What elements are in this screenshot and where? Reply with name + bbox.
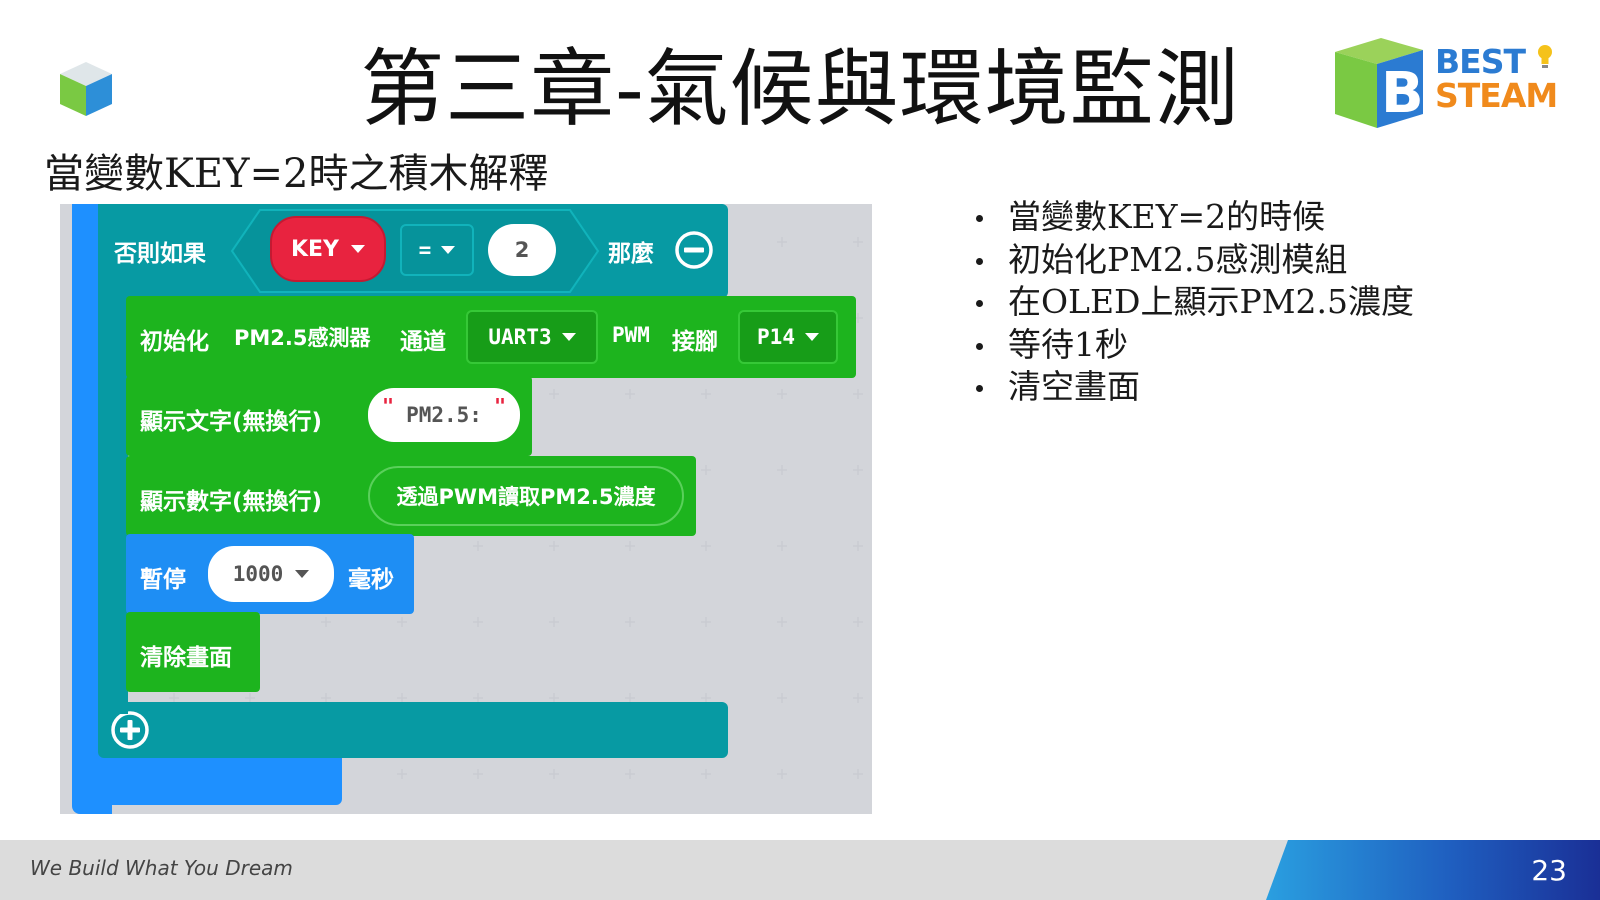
compare-value: 2 [514, 238, 530, 262]
block-editor-canvas[interactable]: 否則如果 KEY = 2 那麼 初始化 PM2.5感測器 通道 UART3 PW… [60, 204, 872, 814]
explanation-bullet-list: 當變數KEY=2的時候 初始化PM2.5感測模組 在OLED上顯示PM2.5濃度… [974, 196, 1414, 409]
pin-label: 接腳 [672, 329, 718, 355]
bullet-item: 初始化PM2.5感測模組 [974, 239, 1414, 282]
bullet-item: 清空畫面 [974, 366, 1414, 409]
pin-dropdown[interactable]: P14 [738, 310, 838, 364]
elseif-block[interactable]: 否則如果 KEY = 2 那麼 [98, 204, 728, 298]
show-text-label: 顯示文字(無換行) [140, 409, 323, 435]
init-label: 初始化 [140, 329, 209, 355]
pwm-label: PWM [612, 323, 650, 347]
init-pm25-block[interactable]: 初始化 PM2.5感測器 通道 UART3 PWM 接腳 P14 [126, 296, 856, 378]
operator-label: = [418, 238, 432, 262]
chevron-down-icon [295, 570, 310, 578]
key-variable-dropdown[interactable]: KEY [270, 216, 386, 282]
pm25-reading-reporter[interactable]: 透過PWM讀取PM2.5濃度 [368, 466, 684, 526]
chevron-down-icon [561, 333, 576, 341]
show-number-label: 顯示數字(無換行) [140, 489, 323, 515]
slide-title: 第三章-氣候與環境監測 [360, 40, 1240, 138]
slide-subtitle: 當變數KEY=2時之積木解釋 [44, 151, 549, 197]
quote-open-icon: " [382, 394, 395, 418]
clear-screen-block[interactable]: 清除畫面 [126, 612, 260, 692]
show-text-value-input[interactable]: " PM2.5: " [368, 388, 520, 442]
show-number-block[interactable]: 顯示數字(無換行) 透過PWM讀取PM2.5濃度 [126, 456, 696, 536]
bullet-item: 當變數KEY=2的時候 [974, 196, 1414, 239]
pause-unit-label: 毫秒 [348, 567, 394, 593]
pause-label: 暫停 [140, 567, 186, 593]
bullet-item: 等待1秒 [974, 324, 1414, 367]
pin-value: P14 [757, 325, 795, 349]
then-label: 那麼 [608, 241, 654, 267]
channel-label: 通道 [400, 329, 446, 355]
show-text-value: PM2.5: [406, 403, 482, 427]
clear-screen-label: 清除畫面 [140, 645, 232, 671]
channel-dropdown[interactable]: UART3 [466, 310, 598, 364]
footer-tagline: We Build What You Dream [30, 856, 293, 880]
page-number: 23 [1531, 854, 1567, 887]
quote-close-icon: " [493, 394, 506, 418]
key-variable-label: KEY [290, 236, 339, 262]
elseif-block-spine [98, 284, 128, 714]
pm25-reading-label: 透過PWM讀取PM2.5濃度 [396, 485, 656, 509]
elseif-block-footer[interactable] [98, 702, 728, 758]
sensor-label: PM2.5感測器 [234, 326, 371, 350]
chevron-down-icon [804, 333, 819, 341]
elseif-label: 否則如果 [114, 241, 206, 267]
chevron-down-icon [441, 246, 456, 254]
operator-dropdown[interactable]: = [400, 224, 474, 276]
bullet-item: 在OLED上顯示PM2.5濃度 [974, 281, 1414, 324]
slide-footer: We Build What You Dream 23 [0, 840, 1600, 900]
add-branch-icon[interactable] [110, 710, 150, 750]
pause-block[interactable]: 暫停 1000 毫秒 [126, 534, 414, 614]
pause-duration-dropdown[interactable]: 1000 [208, 546, 334, 602]
remove-branch-icon[interactable] [674, 230, 714, 270]
chevron-down-icon [351, 245, 365, 253]
pause-duration-value: 1000 [232, 562, 284, 586]
compare-value-input[interactable]: 2 [488, 224, 556, 276]
show-text-block[interactable]: 顯示文字(無換行) " PM2.5: " [126, 376, 532, 456]
channel-value: UART3 [488, 325, 552, 349]
